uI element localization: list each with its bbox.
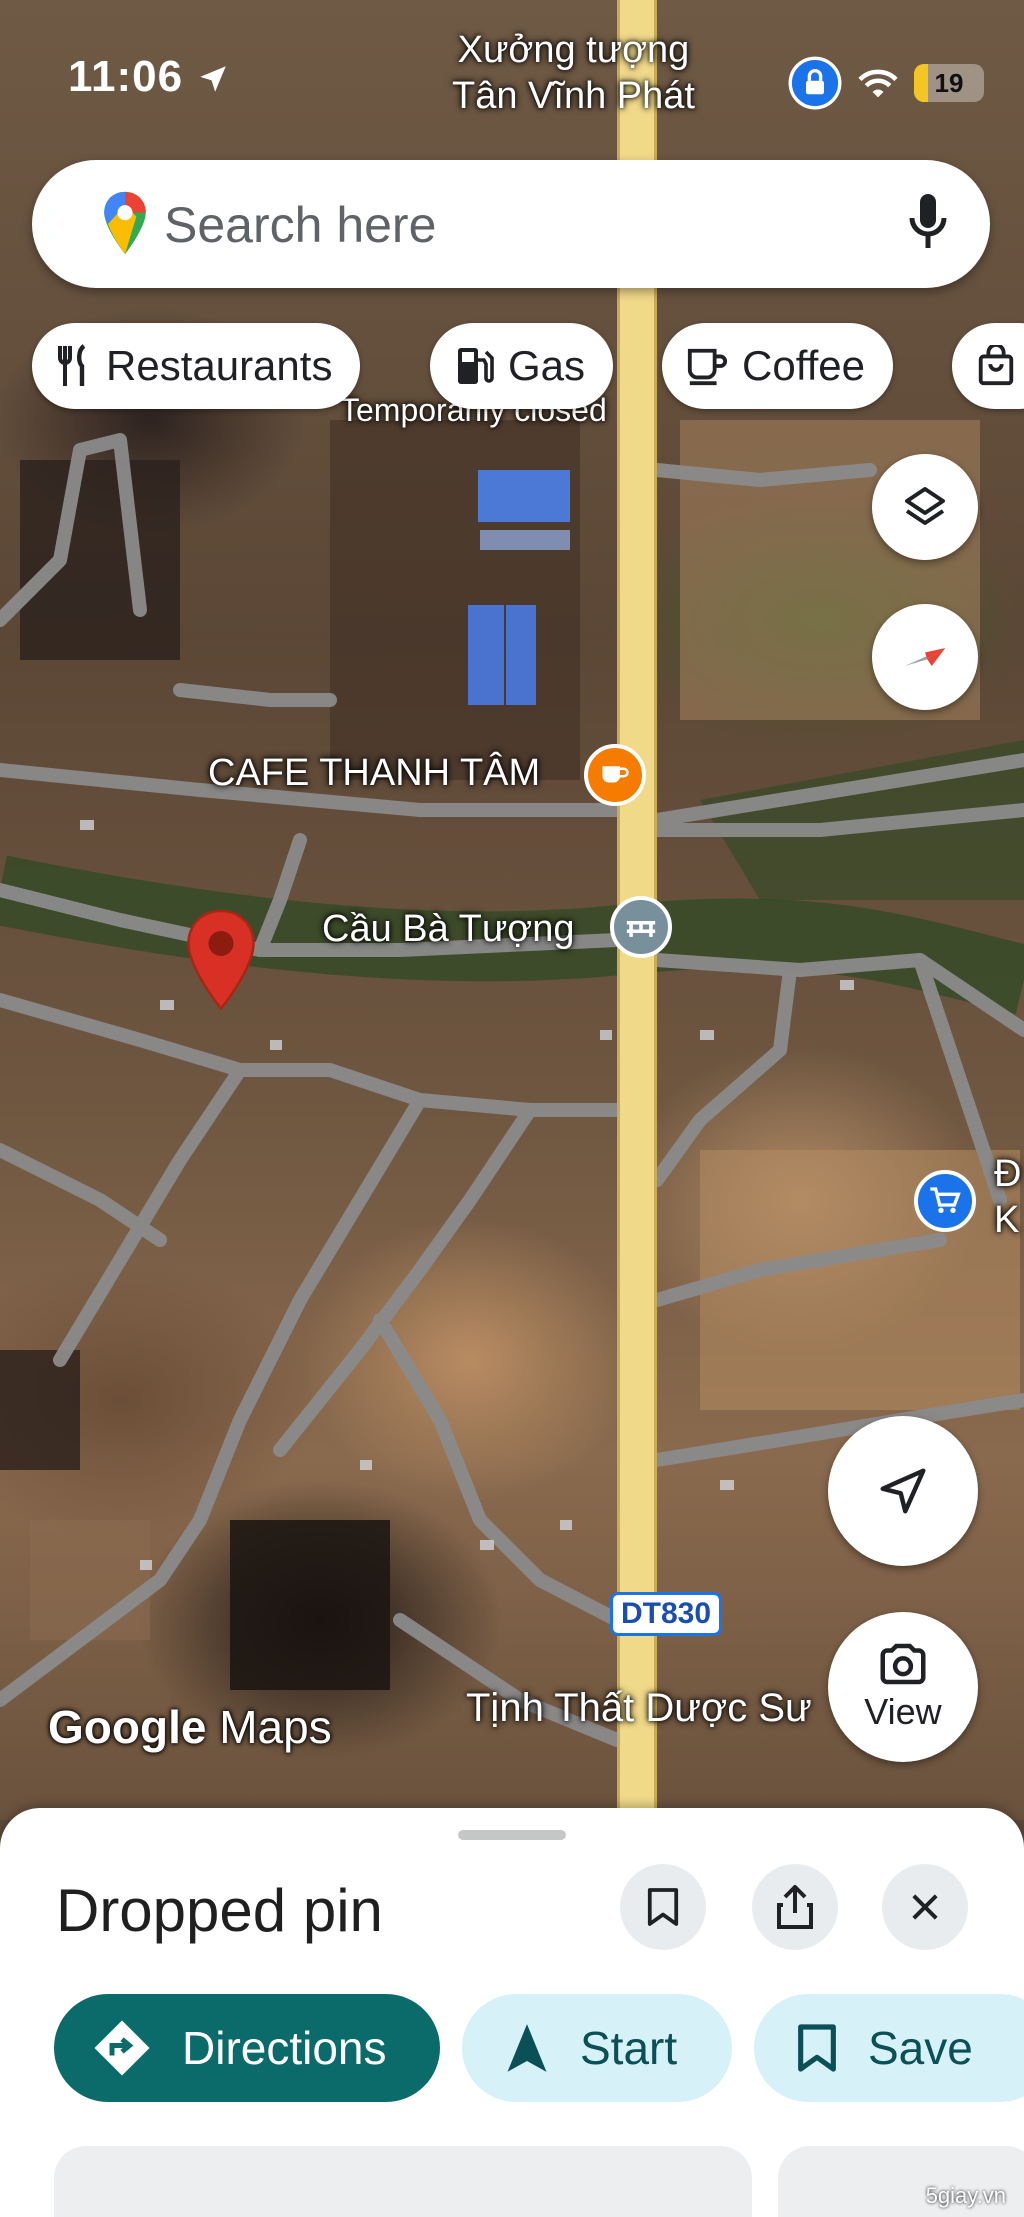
search-input-placeholder[interactable]: Search here: [164, 196, 436, 254]
wifi-icon: [858, 69, 898, 98]
workshop-label-line2: Tân Vĩnh Phát: [452, 74, 695, 117]
chip-coffee-label: Coffee: [742, 342, 865, 389]
gas-pump-icon: [458, 348, 494, 384]
bookmark-icon: [798, 2024, 836, 2072]
chip-restaurants-label: Restaurants: [106, 342, 333, 389]
save-label: Save: [868, 2022, 973, 2074]
navigation-arrow-icon: [880, 1468, 926, 1514]
mic-icon[interactable]: [908, 192, 948, 252]
status-time: 11:06: [68, 52, 184, 101]
location-arrow-icon: [200, 66, 226, 92]
battery-indicator: 19: [914, 64, 984, 102]
attribution-google: Google: [48, 1701, 207, 1753]
directions-icon: [94, 2020, 150, 2076]
shop-poi-marker[interactable]: [914, 1170, 976, 1232]
road-shield-dt830: DT830: [610, 1592, 723, 1636]
share-button[interactable]: [752, 1864, 838, 1950]
temple-label[interactable]: Tịnh Thất Dược Sư: [466, 1686, 812, 1731]
coffee-cup-icon: [687, 348, 727, 386]
directions-button[interactable]: Directions: [54, 1994, 440, 2102]
workshop-label-line1: Xưởng tượng: [457, 29, 690, 71]
dropped-pin-marker[interactable]: [186, 908, 256, 1014]
navigation-arrow-icon: [507, 2024, 547, 2072]
bridge-poi-marker[interactable]: [610, 896, 672, 958]
photo-card[interactable]: [54, 2146, 752, 2217]
shop-label-partial: Đ K: [994, 1152, 1021, 1243]
close-button[interactable]: [882, 1864, 968, 1950]
vpn-lock-icon: [788, 56, 842, 110]
fork-knife-icon: [58, 344, 86, 386]
place-title: Dropped pin: [56, 1877, 383, 1944]
chip-coffee[interactable]: Coffee: [662, 323, 893, 409]
bookmark-button[interactable]: [620, 1864, 706, 1950]
layers-button[interactable]: [872, 454, 978, 560]
share-icon: [777, 1885, 813, 1929]
coffee-cup-icon: [602, 766, 629, 783]
bridge-label[interactable]: Cầu Bà Tượng: [322, 908, 574, 951]
workshop-label[interactable]: Xưởng tượng Tân Vĩnh Phát: [452, 28, 695, 119]
attribution-maps: Maps: [219, 1701, 332, 1753]
my-location-button[interactable]: [828, 1416, 978, 1566]
battery-level: 19: [934, 68, 964, 98]
compass-button[interactable]: [872, 604, 978, 710]
cafe-poi-marker[interactable]: [584, 744, 646, 806]
shopping-cart-icon: [930, 1187, 961, 1213]
bookmark-icon: [647, 1888, 679, 1926]
cafe-label[interactable]: CAFE THANH TÂM: [208, 752, 540, 795]
shop-label-letter2: K: [994, 1198, 1020, 1241]
watermark: 5giay.vn: [925, 2183, 1006, 2208]
compass-icon: [904, 648, 946, 666]
place-bottom-sheet[interactable]: Dropped pin Directions Start Save 5giay.…: [0, 1808, 1024, 2217]
save-button[interactable]: Save: [754, 1994, 1024, 2102]
bridge-icon: [626, 920, 656, 937]
camera-icon: [880, 1643, 926, 1685]
view-button[interactable]: View: [828, 1612, 978, 1762]
shopping-bag-icon: [978, 345, 1014, 386]
google-maps-attribution: Google Maps: [48, 1700, 332, 1754]
start-button[interactable]: Start: [462, 1994, 732, 2102]
start-label: Start: [580, 2022, 678, 2074]
layers-icon: [905, 487, 945, 525]
chip-gas-label: Gas: [508, 342, 586, 389]
close-icon: [912, 1894, 938, 1920]
view-button-label: View: [864, 1691, 942, 1732]
directions-label: Directions: [182, 2022, 387, 2074]
search-bar[interactable]: Search here: [32, 160, 990, 288]
shop-label-letter1: Đ: [994, 1153, 1022, 1195]
chip-restaurants[interactable]: Restaurants: [32, 323, 361, 409]
chip-gas[interactable]: Gas: [430, 323, 614, 409]
google-maps-logo-icon: [104, 191, 146, 255]
status-icons: 19: [788, 56, 984, 110]
sheet-drag-handle[interactable]: [458, 1830, 566, 1840]
